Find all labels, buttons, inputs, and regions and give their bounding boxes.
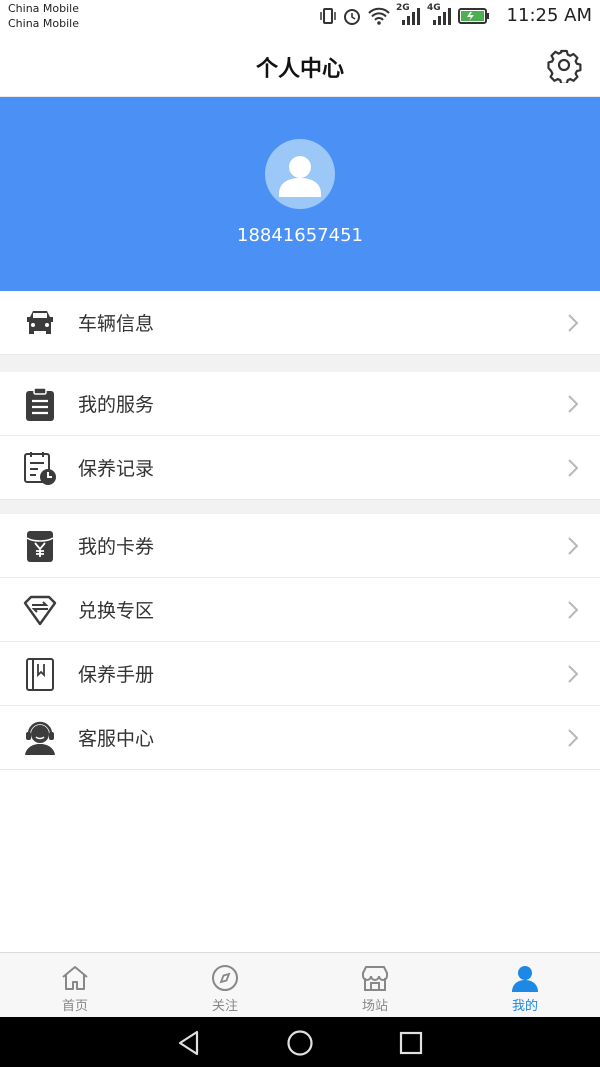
- chevron-right-icon: [568, 395, 579, 413]
- menu-item-vehicle-info[interactable]: 车辆信息: [0, 291, 600, 355]
- calendar-clock-icon: [24, 452, 56, 485]
- menu-item-label: 我的卡券: [78, 536, 155, 558]
- user-phone: 18841657451: [237, 225, 363, 246]
- compass-icon: [212, 965, 238, 991]
- car-icon: [27, 311, 53, 334]
- divider: [0, 500, 600, 514]
- vibrate-icon: [320, 8, 336, 24]
- menu-item-customer-service[interactable]: 客服中心: [0, 706, 600, 770]
- settings-button[interactable]: [546, 47, 582, 85]
- chevron-right-icon: [568, 459, 579, 477]
- chevron-right-icon: [568, 601, 579, 619]
- gear-icon: [547, 49, 582, 85]
- home-circle-icon[interactable]: [286, 1029, 314, 1057]
- wifi-icon: [368, 7, 390, 25]
- store-icon: [362, 966, 388, 991]
- chevron-right-icon: [568, 729, 579, 747]
- headset-agent-icon: [25, 721, 55, 755]
- chevron-right-icon: [568, 314, 579, 332]
- tab-follow[interactable]: 关注: [150, 953, 300, 1017]
- status-bar: China Mobile China Mobile 2G 4G 11:25 AM: [0, 0, 600, 33]
- home-icon: [62, 966, 88, 990]
- alarm-icon: [344, 9, 360, 25]
- back-icon[interactable]: [175, 1029, 203, 1057]
- menu-group-more: 我的卡券 兑换专区 保养手册 客服中心: [0, 514, 600, 770]
- avatar[interactable]: [265, 139, 335, 209]
- app-header: 个人中心: [0, 33, 600, 97]
- tab-label: 关注: [211, 999, 238, 1014]
- menu-item-maintenance-manual[interactable]: 保养手册: [0, 642, 600, 706]
- recents-icon[interactable]: [397, 1029, 425, 1057]
- carrier-2: China Mobile: [8, 17, 80, 30]
- user-avatar-icon: [279, 156, 321, 197]
- tab-station[interactable]: 场站: [300, 953, 450, 1017]
- user-icon: [512, 966, 538, 992]
- tab-mine[interactable]: 我的: [450, 953, 600, 1017]
- menu-item-label: 车辆信息: [78, 313, 155, 335]
- menu-item-label: 保养记录: [78, 458, 155, 480]
- menu-item-label: 我的服务: [78, 394, 155, 416]
- battery-icon: [458, 8, 489, 24]
- tab-label: 我的: [511, 999, 538, 1014]
- menu-item-label: 兑换专区: [78, 600, 155, 622]
- menu-group-vehicle: 车辆信息: [0, 291, 600, 355]
- bottom-nav: 首页 关注 场站 我的: [0, 952, 600, 1017]
- divider: [0, 355, 600, 372]
- signal-4g: 4G: [427, 3, 453, 27]
- profile-banner: 18841657451: [0, 97, 600, 291]
- status-icons: 2G 4G: [319, 3, 490, 27]
- carrier-1: China Mobile: [8, 2, 80, 15]
- clock: 11:25 AM: [506, 5, 592, 26]
- signal-2g: 2G: [396, 3, 422, 27]
- menu-item-label: 保养手册: [78, 664, 155, 686]
- chevron-right-icon: [568, 665, 579, 683]
- diamond-exchange-icon: [23, 595, 57, 626]
- tab-label: 首页: [61, 999, 88, 1014]
- menu-item-my-coupons[interactable]: 我的卡券: [0, 514, 600, 578]
- menu-item-my-services[interactable]: 我的服务: [0, 372, 600, 436]
- chevron-right-icon: [568, 537, 579, 555]
- menu-item-exchange-zone[interactable]: 兑换专区: [0, 578, 600, 642]
- page-title: 个人中心: [255, 57, 344, 82]
- clipboard-icon: [26, 387, 54, 421]
- book-icon: [26, 658, 54, 691]
- tab-label: 场站: [361, 999, 388, 1014]
- system-nav-bar: [0, 1017, 600, 1067]
- menu-group-services: 我的服务 保养记录: [0, 372, 600, 500]
- yuan-card-icon: [26, 531, 54, 562]
- menu-item-label: 客服中心: [78, 728, 155, 750]
- tab-home[interactable]: 首页: [0, 953, 150, 1017]
- menu-item-maintenance-records[interactable]: 保养记录: [0, 436, 600, 500]
